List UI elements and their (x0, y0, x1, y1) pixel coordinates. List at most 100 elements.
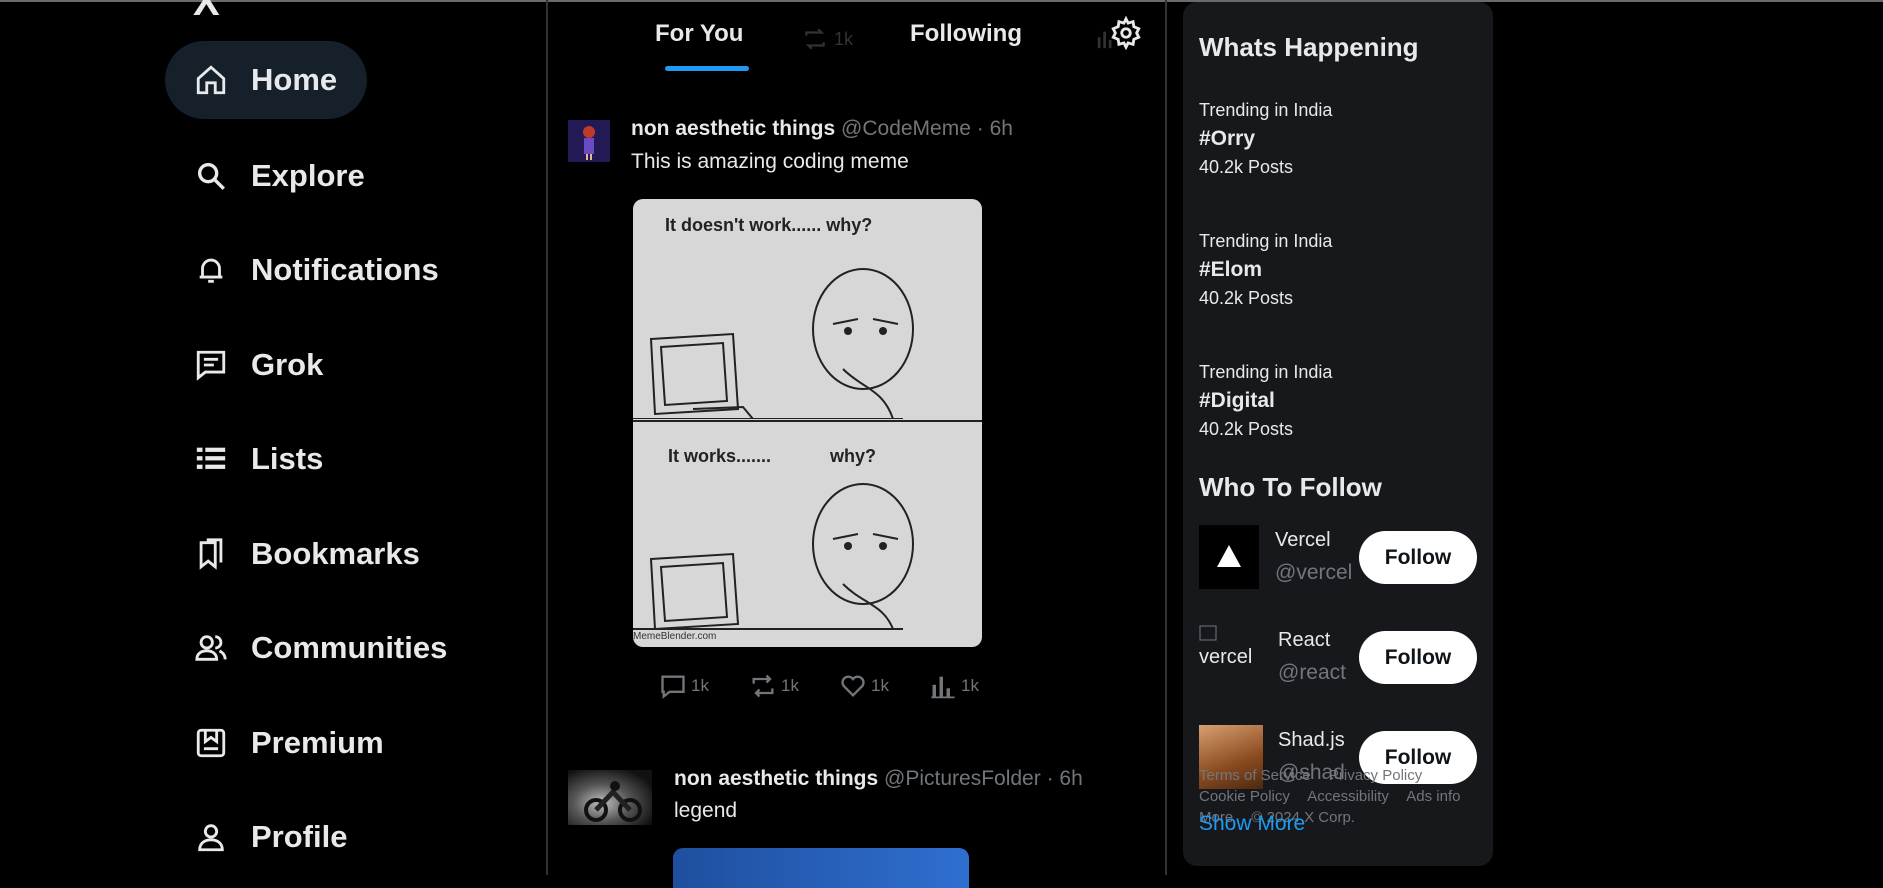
meme-watermark: MemeBlender.com (633, 631, 717, 642)
footer-link-ads[interactable]: Ads info (1406, 788, 1460, 805)
reply-count: 1k (691, 676, 709, 695)
footer-link-privacy[interactable]: Privacy Policy (1329, 767, 1422, 784)
post-time[interactable]: 6h (990, 117, 1013, 140)
views-count: 1k (961, 676, 979, 695)
post-text: legend (674, 799, 738, 822)
vercel-avatar[interactable] (1199, 525, 1259, 589)
broken-avatar-image[interactable]: vercel (1199, 625, 1259, 689)
author-name[interactable]: non aesthetic things (674, 767, 878, 790)
trend-context: Trending in India (1199, 231, 1333, 251)
trend-hashtag[interactable]: #Elom (1199, 258, 1479, 282)
faint-retweet-stat: 1k (802, 26, 853, 52)
list-icon (193, 441, 229, 477)
suggestion-handle[interactable]: @react (1278, 661, 1346, 685)
tab-for-you[interactable]: For You (655, 20, 743, 48)
meme-top-caption: It doesn't work...... why? (665, 215, 873, 235)
follow-button[interactable]: Follow (1359, 531, 1477, 584)
suggestion-name[interactable]: React (1278, 629, 1330, 652)
retweet-count: 1k (781, 676, 799, 695)
grok-icon (193, 347, 229, 383)
reply-icon (661, 675, 685, 699)
left-sidebar: X Home Explore Notifications Grok Lists (0, 0, 546, 875)
trend-item[interactable]: Trending in India #Digital 40.2k Posts (1199, 362, 1479, 440)
suggestion-handle[interactable]: @vercel (1275, 561, 1352, 585)
nav-label-notifications: Notifications (251, 252, 439, 287)
people-icon (193, 630, 229, 666)
trend-context: Trending in India (1199, 100, 1333, 120)
trend-post-count: 40.2k Posts (1199, 157, 1294, 177)
nav-item-communities[interactable]: Communities (165, 609, 477, 687)
nav-item-lists[interactable]: Lists (165, 420, 353, 498)
post-time[interactable]: 6h (1059, 767, 1082, 790)
nav-item-profile[interactable]: Profile (165, 798, 377, 876)
bell-icon (193, 252, 229, 288)
nav-label-profile: Profile (251, 819, 348, 854)
premium-icon (193, 725, 229, 761)
nav-item-bookmarks[interactable]: Bookmarks (165, 515, 450, 593)
tab-following[interactable]: Following (910, 20, 1022, 48)
trend-hashtag[interactable]: #Orry (1199, 127, 1479, 151)
footer-link-terms[interactable]: Terms of Service (1199, 767, 1311, 784)
chart-bar-icon (931, 676, 955, 699)
suggestion-name[interactable]: Shad.js (1278, 729, 1345, 752)
nav-label-communities: Communities (251, 630, 448, 665)
meme-top-drawing (633, 268, 914, 419)
nav-item-grok[interactable]: Grok (165, 326, 353, 404)
footer-link-accessibility[interactable]: Accessibility (1307, 788, 1389, 805)
nav-item-home[interactable]: Home (165, 41, 368, 119)
meme-divider (633, 420, 982, 422)
x-logo-icon[interactable]: X (193, 0, 233, 22)
nav-label-explore: Explore (251, 158, 365, 193)
faint-count: 1k (834, 28, 854, 49)
author-handle[interactable]: @CodeMeme (841, 117, 971, 140)
active-tab-indicator (665, 66, 749, 71)
nav-item-notifications[interactable]: Notifications (165, 231, 469, 309)
broken-image-icon (1199, 625, 1217, 641)
nav-label-premium: Premium (251, 725, 384, 760)
author-name[interactable]: non aesthetic things (631, 117, 835, 140)
follow-suggestion: Vercel @vercel Follow (1199, 525, 1485, 589)
right-panel: Whats Happening Trending in India #Orry … (1183, 2, 1493, 866)
settings-gear-icon[interactable] (1109, 15, 1143, 51)
trend-context: Trending in India (1199, 362, 1333, 382)
like-count: 1k (871, 676, 889, 695)
author-avatar[interactable] (568, 120, 610, 162)
trend-hashtag[interactable]: #Digital (1199, 389, 1479, 413)
separator-dot: · (1046, 767, 1054, 790)
views-button[interactable]: 1k (929, 672, 1019, 700)
follow-button[interactable]: Follow (1359, 631, 1477, 684)
trend-item[interactable]: Trending in India #Orry 40.2k Posts (1199, 100, 1479, 178)
reply-button[interactable]: 1k (659, 672, 749, 700)
nav-item-premium[interactable]: Premium (165, 704, 414, 782)
trend-post-count: 40.2k Posts (1199, 288, 1294, 308)
retweet-button[interactable]: 1k (749, 672, 839, 700)
post-header: non aesthetic things @CodeMeme · 6h (631, 117, 1013, 141)
search-icon (193, 158, 229, 194)
nav-label-home: Home (251, 62, 338, 97)
suggestion-name[interactable]: Vercel (1275, 529, 1331, 552)
author-handle[interactable]: @PicturesFolder (884, 767, 1041, 790)
home-icon (193, 62, 229, 98)
nav-label-lists: Lists (251, 441, 324, 476)
post-image-meme[interactable]: It doesn't work...... why? It works.....… (633, 199, 982, 647)
nav-label-grok: Grok (251, 347, 324, 382)
bookmark-icon (193, 536, 229, 572)
footer-link-cookie[interactable]: Cookie Policy (1199, 788, 1290, 805)
show-more-link[interactable]: Show More (1199, 812, 1305, 836)
meme-bottom-drawing (633, 483, 914, 631)
author-avatar[interactable] (568, 770, 652, 825)
retweet-icon (805, 28, 825, 50)
like-button[interactable]: 1k (839, 672, 929, 700)
post-action-bar: 1k 1k 1k 1k (659, 672, 1019, 700)
feed-tab-bar: For You 1k Following (548, 0, 1165, 75)
post-image[interactable] (673, 848, 969, 888)
whats-happening-title: Whats Happening (1199, 32, 1419, 62)
retweet-icon (752, 674, 774, 698)
separator-dot: · (976, 117, 984, 140)
main-feed: For You 1k Following non aesthetic thing… (548, 0, 1165, 888)
nav-label-bookmarks: Bookmarks (251, 536, 420, 571)
nav-item-explore[interactable]: Explore (165, 137, 395, 215)
trend-item[interactable]: Trending in India #Elom 40.2k Posts (1199, 231, 1479, 309)
avatar-alt-text: vercel (1199, 646, 1253, 668)
trend-post-count: 40.2k Posts (1199, 419, 1294, 439)
